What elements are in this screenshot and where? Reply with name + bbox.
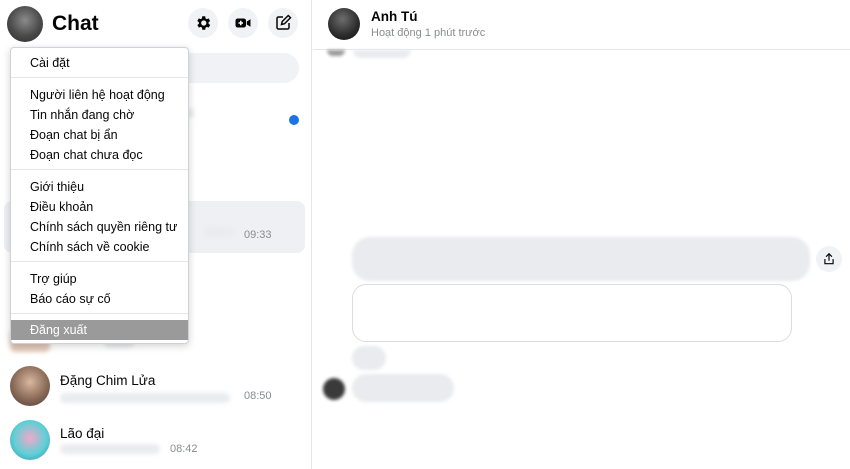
gear-icon <box>197 16 211 30</box>
message-bubble <box>352 374 454 402</box>
conversation-header: Anh Tú Hoạt động 1 phút trước <box>313 0 850 50</box>
avatar <box>10 366 50 406</box>
conversation-name: Đặng Chim Lửa <box>60 373 156 388</box>
menu-item-about[interactable]: Giới thiệu <box>11 177 188 197</box>
settings-button[interactable] <box>188 8 218 38</box>
contact-name[interactable]: Anh Tú <box>371 9 418 24</box>
conversation-item[interactable]: Lão đại 08:42 <box>4 420 305 469</box>
user-avatar[interactable] <box>7 6 43 42</box>
menu-divider <box>11 261 188 262</box>
contact-avatar[interactable] <box>328 8 360 40</box>
conversation-panel: Anh Tú Hoạt động 1 phút trước <box>313 0 850 469</box>
message-preview <box>60 444 160 454</box>
avatar <box>10 420 50 460</box>
menu-divider <box>11 169 188 170</box>
menu-divider <box>11 77 188 78</box>
menu-item-terms[interactable]: Điều khoản <box>11 197 188 217</box>
menu-item-privacy[interactable]: Chính sách quyền riêng tư <box>11 217 188 237</box>
contact-avatar-small <box>323 378 345 400</box>
menu-divider <box>11 313 188 314</box>
message-preview <box>204 227 234 237</box>
compose-icon <box>276 14 292 30</box>
menu-item-cookies[interactable]: Chính sách về cookie <box>11 237 188 257</box>
message-bubble <box>353 50 411 58</box>
share-button[interactable] <box>816 246 842 272</box>
page-title: Chat <box>52 12 99 35</box>
menu-item-logout[interactable]: Đăng xuất <box>11 320 188 340</box>
contact-status: Hoạt động 1 phút trước <box>371 27 486 39</box>
menu-item-report-problem[interactable]: Báo cáo sự cố <box>11 289 188 309</box>
message-preview <box>60 393 230 403</box>
message-bubble <box>352 237 810 281</box>
settings-menu: Cài đặt Người liên hệ hoạt động Tin nhắn… <box>10 47 189 344</box>
link-preview-card[interactable] <box>352 284 792 342</box>
unread-indicator <box>289 115 299 125</box>
conversation-time: 08:50 <box>244 390 272 402</box>
conversation-name: Lão đại <box>60 426 105 441</box>
sidebar-header: Chat <box>0 0 312 50</box>
conversation-time: 09:33 <box>244 229 272 241</box>
conversation-time: 08:42 <box>170 443 198 455</box>
menu-item-active-contacts[interactable]: Người liên hệ hoạt động <box>11 85 188 105</box>
avatar-fragment <box>327 50 345 56</box>
new-message-button[interactable] <box>268 8 298 38</box>
message-bubble <box>352 346 386 370</box>
new-video-call-button[interactable] <box>228 8 258 38</box>
menu-item-hidden-chats[interactable]: Đoạn chat bị ẩn <box>11 125 188 145</box>
conversation-item[interactable]: Đặng Chim Lửa 08:50 <box>4 366 305 418</box>
menu-item-message-requests[interactable]: Tin nhắn đang chờ <box>11 105 188 125</box>
menu-item-unread-chats[interactable]: Đoạn chat chưa đọc <box>11 145 188 165</box>
menu-item-help[interactable]: Trợ giúp <box>11 269 188 289</box>
share-icon <box>824 252 834 265</box>
menu-item-settings[interactable]: Cài đặt <box>11 53 188 73</box>
video-call-icon <box>235 18 251 28</box>
